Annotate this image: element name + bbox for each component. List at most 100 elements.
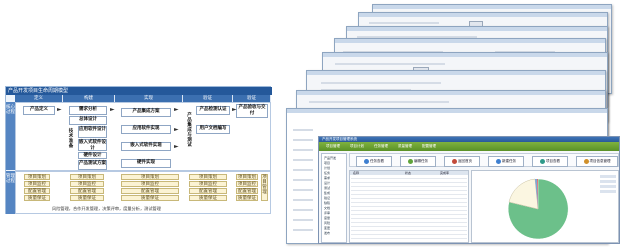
tree-item[interactable]: 变更 [324, 226, 330, 230]
menu-tab[interactable]: 配置管理 [419, 143, 439, 150]
toolbar-button-label: 新建任务 [502, 159, 516, 163]
table-row[interactable] [351, 226, 467, 227]
tree-item[interactable]: 文档 [324, 206, 330, 210]
menu-tab[interactable]: 质量管理 [395, 143, 415, 150]
table-row[interactable] [351, 194, 467, 195]
phase-header-define: 定义 [15, 95, 63, 102]
mgmt-item: 质量保证 [24, 195, 50, 201]
mgmt-item: 质量保证 [70, 195, 104, 201]
tree-item[interactable]: 产品开发 [324, 156, 336, 160]
phase-header-implement: 实现 [115, 95, 183, 102]
table-row[interactable] [351, 230, 467, 231]
mgmt-item: 项目监控 [236, 181, 258, 187]
phase-header-verify: 验证 [183, 95, 233, 102]
tree-item[interactable]: 集成 [324, 191, 330, 195]
table-row[interactable] [351, 190, 467, 191]
tree-item[interactable]: 任务 [324, 171, 330, 175]
toolbar-button-new-task[interactable]: 新建任务 [488, 156, 524, 167]
mgmt-item: 配置管理 [236, 188, 258, 194]
pie-chart-panel [471, 170, 619, 243]
mgmt-item: 质量保证 [121, 195, 179, 201]
mgmt-item: 配置管理 [70, 188, 104, 194]
arrow-right-icon: ► [57, 106, 62, 113]
mgmt-item: 配置管理 [24, 188, 50, 194]
table-row[interactable] [351, 198, 467, 199]
tree-item[interactable]: 项目 [324, 161, 330, 165]
box-integration-plan: 产品集成方案 [121, 108, 171, 117]
arrow-right-icon: ► [174, 126, 179, 133]
menu-tab[interactable]: 项目管理 [323, 143, 343, 150]
management-grid: 项目策划 项目监控 配置管理 质量保证 项目策划 项目监控 配置管理 质量保证 … [18, 174, 268, 204]
table-row[interactable] [351, 238, 467, 239]
tree-item[interactable]: 测试 [324, 186, 330, 190]
toolbar-button-view-task[interactable]: 任务查看 [356, 156, 392, 167]
task-list-table: 名称 状态 完成率 [349, 170, 469, 243]
menu-bar: 项目管理 项目计划 任务管理 质量管理 配置管理 [319, 142, 619, 151]
menu-tab[interactable]: 任务管理 [371, 143, 391, 150]
toolbar-button-label: 任务查看 [370, 159, 384, 163]
table-row[interactable] [351, 206, 467, 207]
pie-chart [507, 178, 569, 240]
mgmt-item: 项目策划 [70, 174, 104, 180]
arrow-right-icon: ► [232, 106, 237, 113]
diagram-footer: 风险管理，合作开发管理，决策评审，度量分析，测试管理 [52, 206, 161, 211]
mgmt-item: 项目监控 [70, 181, 104, 187]
box-app-impl: 应用软件实现 [121, 125, 171, 134]
table-row[interactable] [351, 234, 467, 235]
mgmt-item: 项目监控 [121, 181, 179, 187]
table-row[interactable] [351, 210, 467, 211]
tree-item[interactable]: 缺陷 [324, 201, 330, 205]
mgmt-item: 项目策划 [121, 174, 179, 180]
arrow-right-icon: ► [174, 106, 179, 113]
tree-item[interactable]: 发布 [324, 231, 330, 235]
tree-item[interactable]: 度量 [324, 216, 330, 220]
table-header: 名称 状态 完成率 [350, 171, 468, 175]
home-icon [452, 158, 457, 164]
edit-icon [408, 158, 413, 164]
arrow-right-icon: ► [110, 106, 115, 113]
toolbar-button-home[interactable]: 返回首页 [444, 156, 480, 167]
mgmt-item: 质量保证 [236, 195, 258, 201]
box-embedded-impl: 嵌入式软件实现 [121, 142, 171, 151]
table-row[interactable] [351, 218, 467, 219]
toolbar-button-label: 项目查看 [546, 159, 560, 163]
table-row[interactable] [351, 178, 467, 179]
mgmt-item: 配置管理 [189, 188, 227, 194]
tree-item[interactable]: 计划 [324, 166, 330, 170]
menu-tab[interactable]: 项目计划 [347, 143, 367, 150]
mgmt-item: 项目监控 [189, 181, 227, 187]
table-row[interactable] [351, 222, 467, 223]
mgmt-item: 项目策划 [189, 174, 227, 180]
table-row[interactable] [351, 186, 467, 187]
tree-item[interactable]: 需求 [324, 176, 330, 180]
tree-item[interactable]: 风险 [324, 221, 330, 225]
mgmt-item: 质量保证 [189, 195, 227, 201]
navigation-tree: 产品开发 项目 计划 任务 需求 设计 测试 集成 验证 缺陷 文档 评审 度量… [321, 153, 347, 243]
toolbar-button-label: 编辑任务 [414, 159, 428, 163]
box-tech-prep: 技术准备 [68, 129, 74, 149]
legend-item [600, 190, 616, 193]
box-overall-design: 总体设计 [69, 116, 107, 125]
tree-item[interactable]: 评审 [324, 211, 330, 215]
box-product-test-cert: 产品检测认证 [196, 106, 230, 115]
mgmt-item: 配置管理 [121, 188, 179, 194]
arrow-right-icon: ► [174, 143, 179, 150]
column-header: 状态 [405, 171, 412, 175]
box-embedded-design: 嵌入式软件设计 [78, 139, 107, 151]
toolbar-button-project-info[interactable]: 项目信息管理 [576, 156, 618, 167]
table-row[interactable] [351, 182, 467, 183]
box-requirement-analysis: 需求分析 [69, 106, 107, 115]
toolbar-button-edit-task[interactable]: 编辑任务 [400, 156, 436, 167]
table-row[interactable] [351, 202, 467, 203]
box-product-definition: 产品定义 [23, 106, 55, 115]
toolbar-button-view-project[interactable]: 项目查看 [532, 156, 568, 167]
tree-item[interactable]: 设计 [324, 181, 330, 185]
table-row[interactable] [351, 214, 467, 215]
box-hardware-impl: 硬件实现 [121, 159, 171, 168]
phase-header-validate: 验证 [233, 95, 271, 102]
tree-item[interactable]: 验证 [324, 196, 330, 200]
box-test-plan: 产品测试方案 [78, 160, 107, 170]
legend-item [600, 180, 616, 183]
add-icon [496, 158, 501, 164]
box-hardware-design: 硬件设计 [78, 152, 107, 159]
